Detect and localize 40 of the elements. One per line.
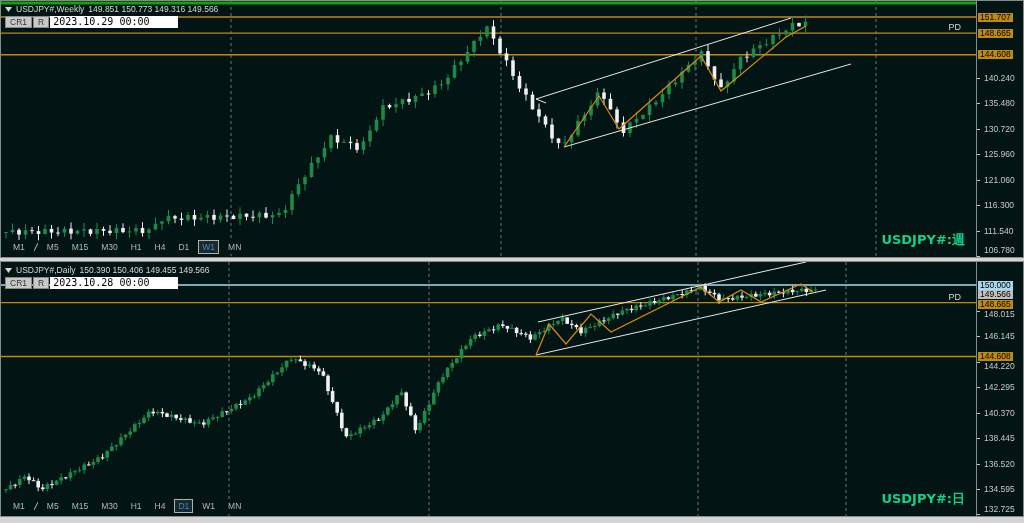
axis-tick-label: 125.960	[984, 148, 1015, 159]
axis-tick-label: 135.480	[984, 98, 1015, 109]
axis-tick-label: 136.520	[984, 458, 1015, 469]
chart-button[interactable]: CR1	[5, 16, 32, 28]
axis-tick-label: 140.240	[984, 73, 1015, 83]
price-label: 149.566	[978, 290, 1013, 299]
price-label: 144.608	[978, 50, 1013, 60]
ohlc-values: 150.390 150.406 149.455 149.566	[79, 265, 210, 275]
axis-tick-label: 106.780	[984, 245, 1015, 255]
symbol-label: USDJPY#:週	[881, 231, 965, 249]
axis-tick-label: 116.300	[984, 200, 1015, 211]
timeframe-button[interactable]: W1	[198, 240, 220, 254]
ohlc-values: 149.851 150.773 149.316 149.566	[88, 4, 219, 14]
price-label: 150.000	[978, 280, 1013, 290]
price-label: 148.665	[978, 28, 1013, 38]
price-label: 148.665	[978, 299, 1013, 309]
level-label: PD	[948, 22, 961, 33]
level-label: PD	[948, 291, 961, 302]
chart-button[interactable]: R	[33, 277, 50, 289]
axis-tick-label: 148.015	[984, 309, 1015, 319]
price-label: 151.707	[978, 12, 1013, 22]
axis-tick-label: 144.220	[984, 361, 1015, 372]
date-field[interactable]: 2023.10.29 00:00	[50, 16, 179, 28]
axis-tick-label: 142.295	[984, 382, 1015, 393]
date-field[interactable]: 2023.10.28 00:00	[50, 277, 179, 289]
axis-tick-label: 130.720	[984, 123, 1015, 134]
axis-tick-label: 121.060	[984, 175, 1015, 186]
chart-title: USDJPY#,Daily	[16, 265, 76, 275]
symbol-label: USDJPY#:日	[881, 490, 965, 508]
chart-button[interactable]: R	[33, 16, 50, 28]
chart-title: USDJPY#,Weekly	[16, 4, 85, 14]
price-label: 144.608	[978, 352, 1013, 361]
axis-tick-label: 146.145	[984, 331, 1015, 342]
timeframe-button[interactable]: D1	[174, 499, 194, 513]
axis-tick-label: 132.725	[984, 504, 1015, 514]
axis-tick-label: 138.445	[984, 433, 1015, 444]
axis-tick-label: 140.370	[984, 407, 1015, 418]
chart-button[interactable]: CR1	[5, 277, 32, 289]
axis-tick-label: 111.540	[984, 225, 1014, 236]
axis-tick-label: 134.595	[984, 484, 1015, 495]
